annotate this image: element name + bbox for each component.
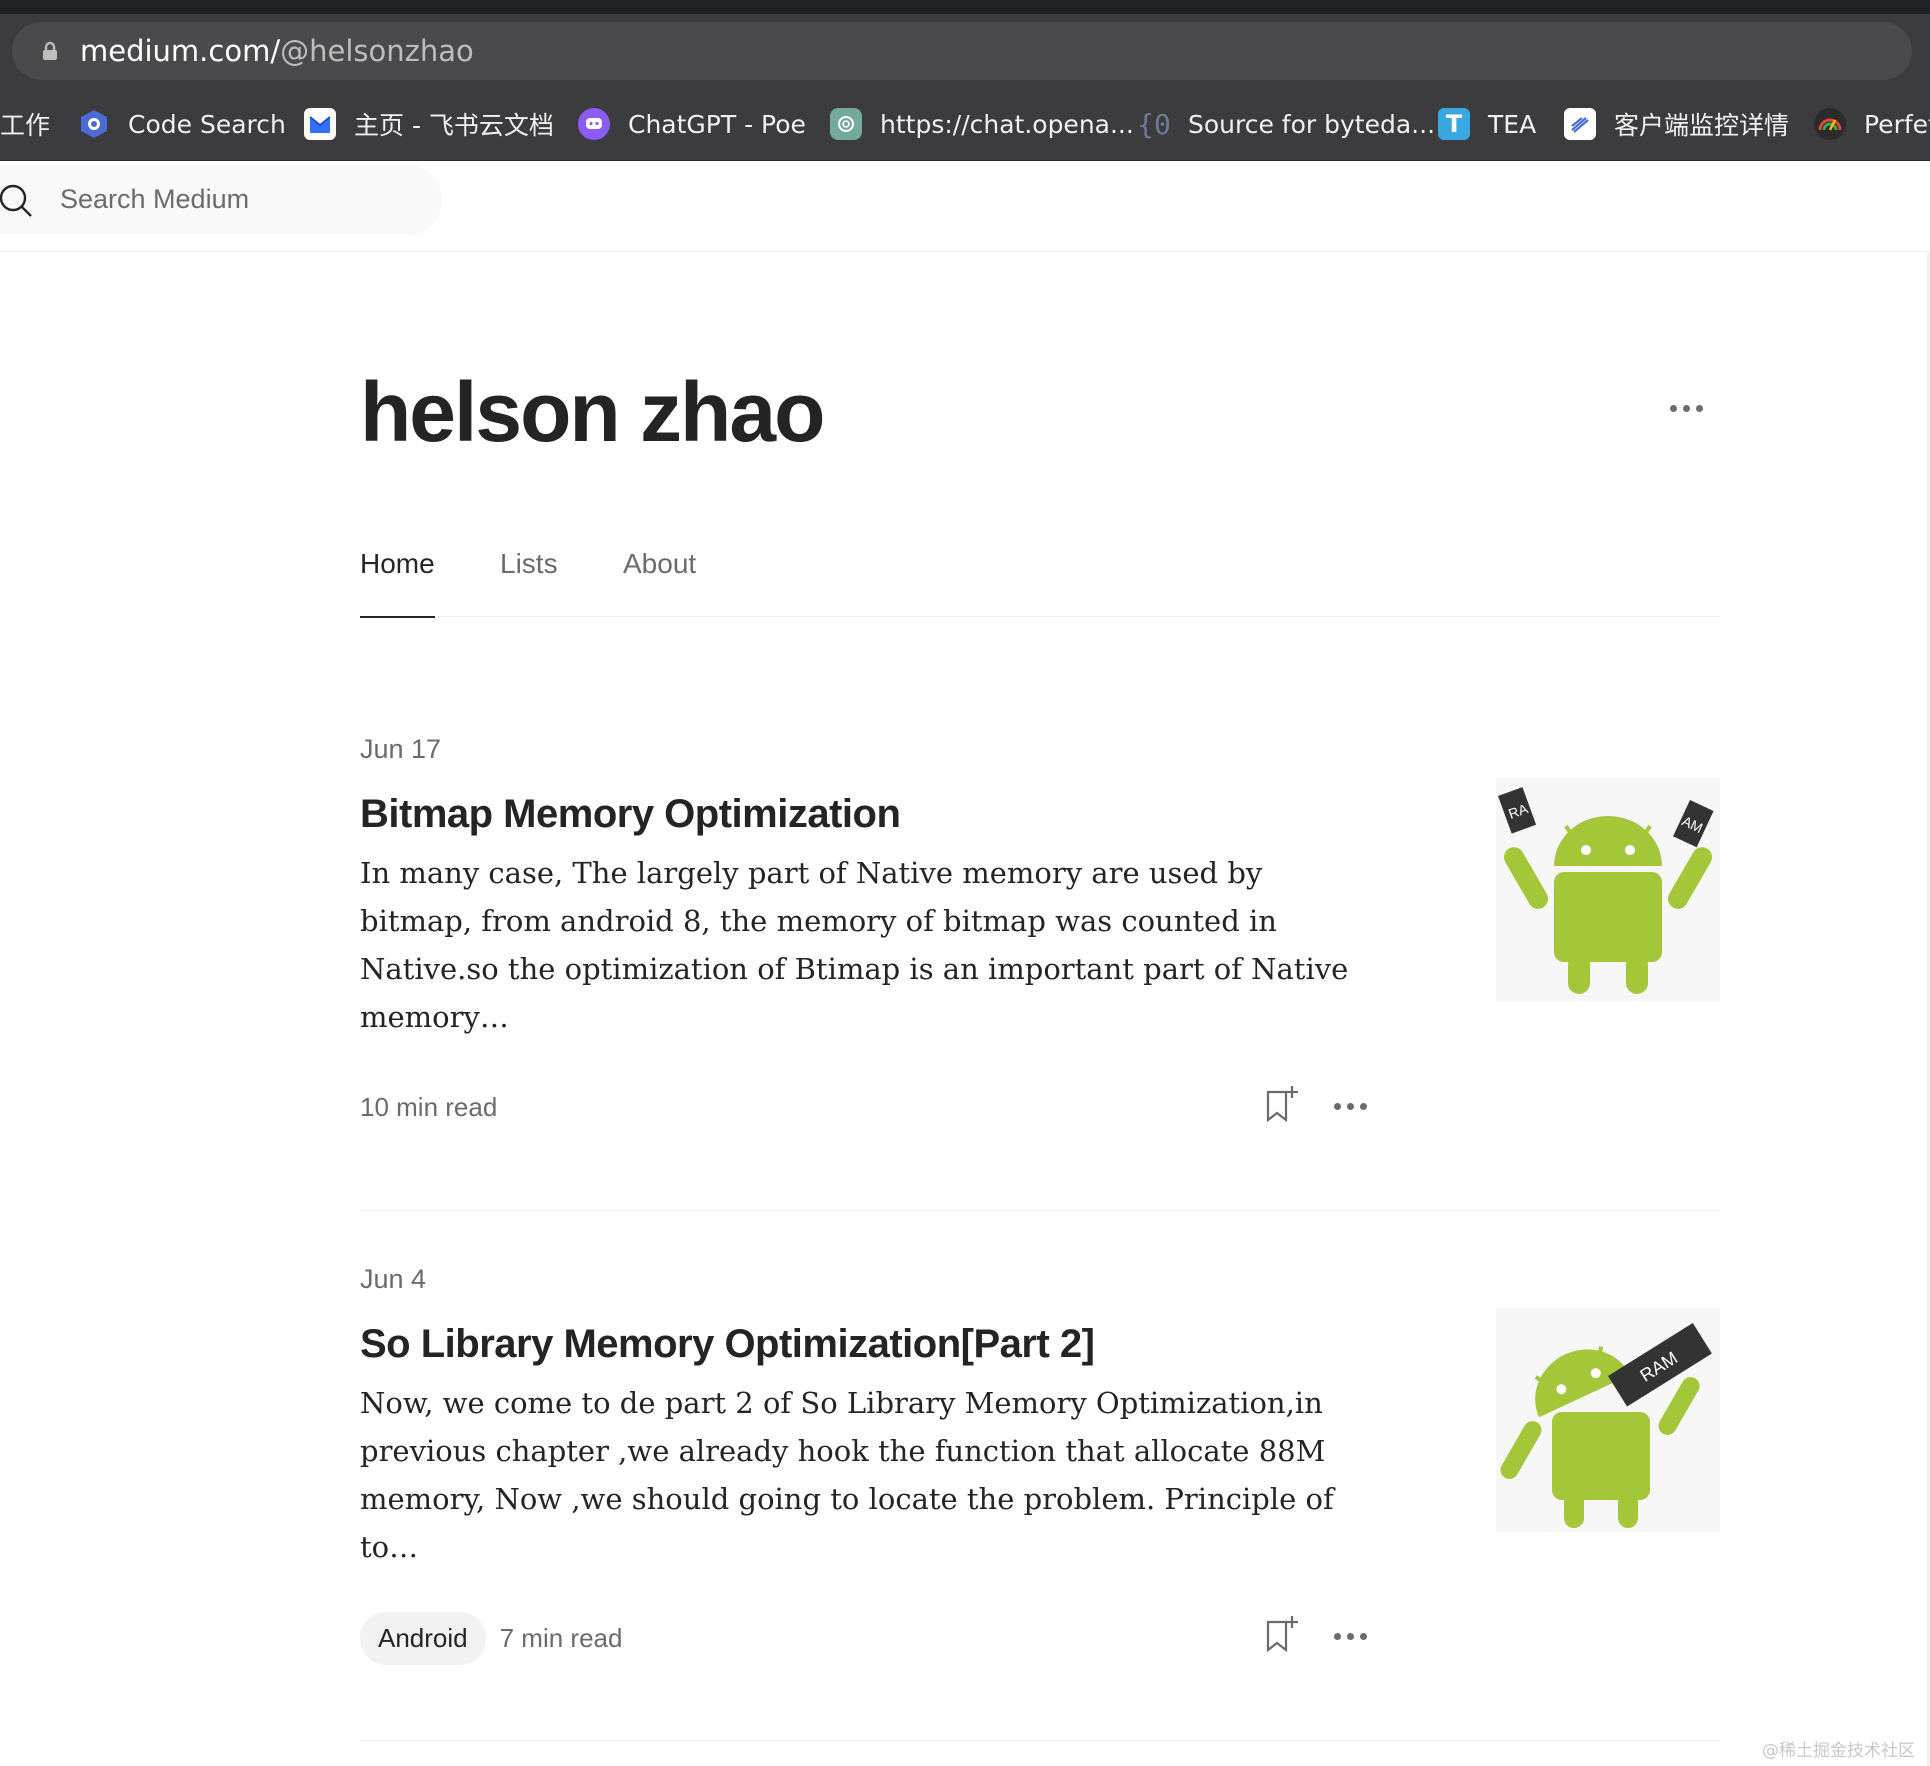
- address-bar[interactable]: medium.com/@helsonzhao: [12, 22, 1912, 80]
- bookmark-label: Source for byteda...: [1188, 109, 1436, 139]
- article-more-button[interactable]: [1328, 1086, 1372, 1126]
- article-thumbnail[interactable]: RAM: [1496, 1308, 1720, 1532]
- bookmark-label: ChatGPT - Poe: [628, 109, 806, 139]
- bookmark-add-icon[interactable]: [1262, 1084, 1302, 1124]
- android-ram-image: RAM: [1500, 1323, 1712, 1528]
- bookmark-label: 客户端监控详情: [1614, 111, 1790, 140]
- bookmarks-bar: 工作 Code Search 主页 - 飞书云文档 ChatGPT - Poe …: [0, 88, 1930, 161]
- article-date: Jun 17: [360, 734, 442, 764]
- article-more-button[interactable]: [1328, 1616, 1372, 1656]
- perfetto-icon: [1814, 108, 1846, 140]
- article-excerpt[interactable]: Now, we come to de part 2 of So Library …: [360, 1379, 1380, 1571]
- profile-name: helson zhao: [360, 365, 825, 459]
- tab-about[interactable]: About: [623, 548, 696, 616]
- url-domain: medium.com/: [80, 34, 281, 68]
- read-time: 10 min read: [360, 1092, 498, 1122]
- bookmark-chatgpt[interactable]: https://chat.opena...: [830, 106, 1134, 142]
- feishu-docs-icon: [304, 108, 336, 140]
- tag-pill[interactable]: Android: [360, 1612, 486, 1665]
- source-braces-icon: {0: [1137, 107, 1171, 141]
- bookmark-label: Code Search: [128, 109, 286, 139]
- bookmark-label: https://chat.opena...: [880, 109, 1134, 139]
- article-title[interactable]: So Library Memory Optimization[Part 2]: [360, 1320, 1095, 1368]
- article-meta: Android 7 min read: [360, 1612, 622, 1665]
- bookmark-label: Perfet: [1864, 109, 1930, 139]
- tab-home[interactable]: Home: [360, 548, 435, 618]
- search-box[interactable]: [0, 165, 442, 235]
- article-meta: 10 min read: [360, 1092, 497, 1123]
- more-horizontal-icon: [1664, 390, 1708, 426]
- code-search-icon: [78, 108, 110, 140]
- bookmark-work[interactable]: 工作: [0, 106, 50, 142]
- bookmark-add-icon[interactable]: [1262, 1614, 1302, 1654]
- bookmark-source[interactable]: {0 Source for byteda...: [1137, 106, 1436, 142]
- browser-frame: [0, 0, 1930, 14]
- lock-icon: [43, 41, 57, 60]
- bookmark-code-search[interactable]: Code Search: [78, 106, 286, 142]
- bookmark-label: 主页 - 飞书云文档: [354, 111, 554, 140]
- bookmark-label: 工作: [0, 111, 51, 140]
- read-time: 7 min read: [499, 1623, 623, 1653]
- url-path: @helsonzhao: [280, 34, 474, 68]
- site-header: [0, 161, 1930, 252]
- search-icon[interactable]: [0, 183, 34, 219]
- article-card: Jun 4 So Library Memory Optimization[Par…: [360, 1264, 1720, 1741]
- bookmark-tea[interactable]: T TEA: [1438, 106, 1536, 142]
- search-input[interactable]: [58, 183, 442, 216]
- article-date: Jun 4: [360, 1264, 427, 1294]
- tea-icon: T: [1438, 108, 1470, 140]
- bookmark-feishu-docs[interactable]: 主页 - 飞书云文档: [304, 106, 554, 142]
- browser-toolbar: medium.com/@helsonzhao: [0, 14, 1930, 88]
- article-title[interactable]: Bitmap Memory Optimization: [360, 790, 901, 838]
- article-card: Jun 17 Bitmap Memory Optimization In man…: [360, 734, 1720, 1211]
- more-horizontal-icon: [1328, 1086, 1372, 1126]
- tab-lists[interactable]: Lists: [500, 548, 558, 616]
- poe-icon: [578, 108, 610, 140]
- bookmark-label: TEA: [1488, 109, 1537, 139]
- more-horizontal-icon: [1328, 1616, 1372, 1656]
- bookmark-poe[interactable]: ChatGPT - Poe: [578, 106, 806, 142]
- bookmark-perfetto[interactable]: Perfet: [1814, 106, 1930, 142]
- profile-tabs: Home Lists About: [360, 540, 1720, 618]
- bookmark-client-monitor[interactable]: 客户端监控详情: [1564, 106, 1789, 142]
- android-ram-image: RA AM: [1498, 787, 1714, 994]
- article-thumbnail[interactable]: RA AM: [1496, 778, 1720, 1002]
- watermark: @稀土掘金技术社区: [1762, 1741, 1915, 1761]
- openai-icon: [830, 108, 862, 140]
- url-text[interactable]: medium.com/@helsonzhao: [80, 35, 474, 67]
- article-excerpt[interactable]: In many case, The largely part of Native…: [360, 849, 1380, 1041]
- monitor-icon: [1564, 108, 1596, 140]
- profile-more-button[interactable]: [1664, 390, 1708, 426]
